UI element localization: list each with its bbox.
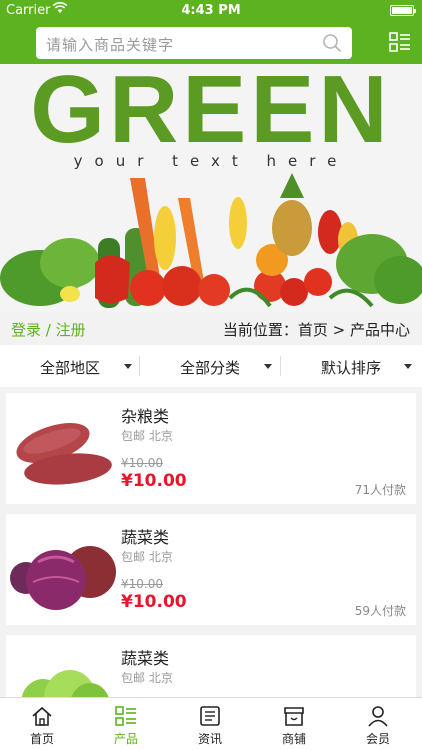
tab-member[interactable]: 会员	[336, 698, 420, 750]
user-icon	[368, 706, 388, 727]
product-image	[10, 546, 116, 610]
list-item[interactable]: 蔬菜类 包邮 北京 ¥10.00 ¥10.00 59人付款	[6, 514, 416, 625]
tab-shops[interactable]: 商铺	[252, 698, 336, 750]
sales-count: 71人付款	[354, 483, 406, 497]
promo-banner[interactable]: GREEN your text here	[0, 64, 422, 312]
chevron-down-icon	[124, 364, 132, 369]
search-icon[interactable]	[322, 33, 342, 53]
tab-member-label: 会员	[365, 732, 390, 746]
product-list-icon	[115, 706, 136, 726]
product-meta: 包邮 北京	[121, 550, 173, 564]
tab-home[interactable]: 首页	[0, 698, 84, 750]
search-input[interactable]: 请输入商品关键字	[36, 27, 352, 59]
tab-products[interactable]: 产品	[84, 698, 168, 750]
banner-brand: GREEN	[30, 64, 392, 163]
filter-bar: 全部地区 全部分类 默认排序	[0, 345, 422, 387]
status-time: 4:43 PM	[181, 3, 241, 18]
status-bar: Carrier 4:43 PM	[0, 0, 422, 22]
shop-icon	[284, 707, 304, 726]
home-icon	[32, 706, 52, 726]
bottom-tab-bar: 首页 产品 资讯 商铺 会员	[0, 697, 422, 750]
product-name: 杂粮类	[121, 407, 170, 426]
tab-news-label: 资讯	[197, 732, 222, 746]
product-meta: 包邮 北京	[121, 429, 173, 443]
tab-products-label: 产品	[113, 732, 138, 746]
chevron-down-icon	[264, 364, 272, 369]
battery-icon	[390, 5, 416, 16]
tab-home-label: 首页	[29, 732, 54, 746]
filter-category-label: 全部分类	[180, 359, 241, 377]
product-meta: 包邮 北京	[121, 671, 173, 685]
tab-news[interactable]: 资讯	[168, 698, 252, 750]
top-bar: Carrier 4:43 PM 请输入商品关键字	[0, 0, 422, 64]
divider	[280, 356, 281, 376]
chevron-down-icon	[404, 364, 412, 369]
list-item[interactable]: 杂粮类 包邮 北京 ¥10.00 ¥10.00 71人付款	[6, 393, 416, 504]
product-name: 蔬菜类	[121, 649, 170, 668]
category-menu-icon[interactable]	[389, 32, 411, 52]
product-price: ¥10.00	[121, 471, 187, 491]
filter-sort[interactable]: 默认排序	[282, 345, 422, 387]
product-image	[16, 423, 112, 485]
product-name: 蔬菜类	[121, 528, 170, 547]
filter-category[interactable]: 全部分类	[141, 345, 281, 387]
search-placeholder: 请输入商品关键字	[46, 36, 175, 54]
product-price: ¥10.00	[121, 592, 187, 612]
filter-region-label: 全部地区	[40, 359, 101, 377]
filter-region[interactable]: 全部地区	[0, 345, 140, 387]
divider	[139, 356, 140, 376]
current-location: 当前位置：首页 > 产品中心	[222, 321, 410, 339]
sales-count: 59人付款	[354, 604, 406, 618]
vegetables-illustration	[0, 173, 422, 308]
filter-sort-label: 默认排序	[321, 359, 382, 377]
login-register-link[interactable]: 登录 / 注册	[11, 319, 86, 340]
original-price: ¥10.00	[121, 577, 163, 591]
news-icon	[200, 706, 220, 726]
original-price: ¥10.00	[121, 456, 163, 470]
tab-shops-label: 商铺	[281, 732, 306, 746]
breadcrumb: 登录 / 注册 当前位置：首页 > 产品中心	[0, 312, 422, 344]
